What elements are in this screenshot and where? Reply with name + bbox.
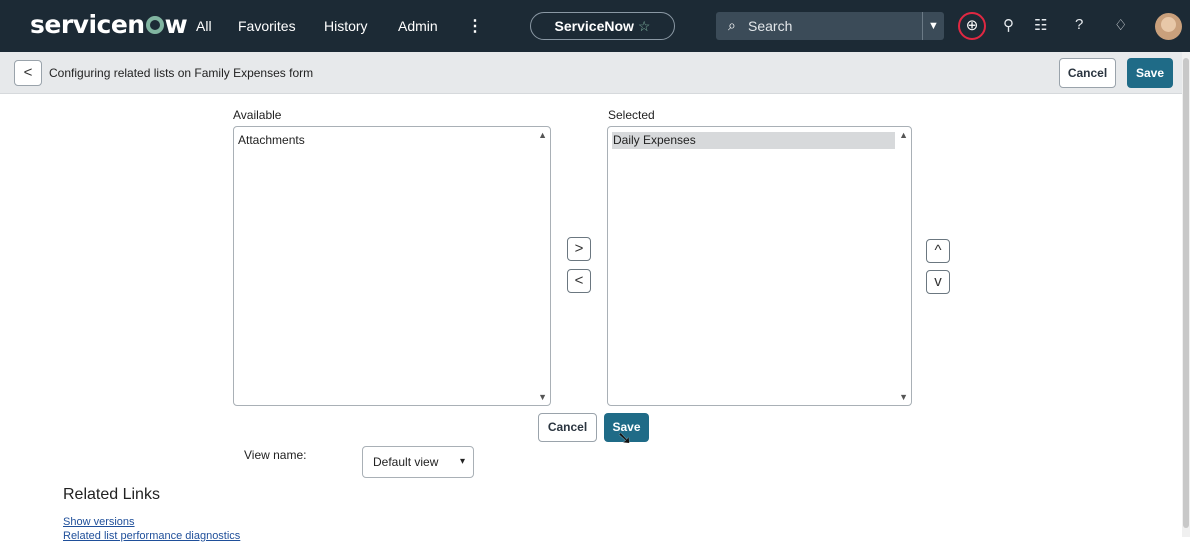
form-header: < Configuring related lists on Family Ex… xyxy=(0,52,1182,94)
app-scope-pill[interactable]: ServiceNow ☆ xyxy=(530,12,675,40)
page-title: Configuring related lists on Family Expe… xyxy=(49,66,314,80)
available-item-attachments[interactable]: Attachments xyxy=(238,133,305,147)
search-icon: ⌕ xyxy=(728,17,736,33)
servicenow-logo[interactable]: servicen w xyxy=(30,10,188,39)
selected-label: Selected xyxy=(608,108,655,122)
view-name-value: Default view xyxy=(373,455,439,469)
related-links-title: Related Links xyxy=(63,486,160,503)
scroll-down-icon[interactable]: ▼ xyxy=(899,392,908,402)
chat-icon[interactable]: ⚲ xyxy=(1003,16,1014,34)
scrollbar-thumb[interactable] xyxy=(1183,58,1189,528)
header-cancel-button[interactable]: Cancel xyxy=(1059,58,1116,88)
available-label: Available xyxy=(233,108,282,122)
nav-admin[interactable]: Admin xyxy=(398,18,438,34)
star-icon[interactable]: ☆ xyxy=(638,18,651,34)
mouse-cursor-icon: ➘ xyxy=(617,428,633,448)
chevron-down-icon: v xyxy=(934,273,942,290)
top-navigation-bar: servicen w All Favorites History Admin ⋮ … xyxy=(0,0,1190,52)
app-scope-label: ServiceNow xyxy=(554,18,634,34)
header-save-button[interactable]: Save xyxy=(1127,58,1173,88)
avatar[interactable] xyxy=(1155,13,1182,40)
add-to-selected-button[interactable]: > xyxy=(567,237,591,261)
selected-item-daily-expenses[interactable]: Daily Expenses xyxy=(612,132,895,149)
available-list[interactable]: Attachments ▲ ▼ xyxy=(233,126,551,406)
chevron-down-icon: ▾ xyxy=(459,456,465,467)
inbox-icon[interactable]: ☷ xyxy=(1034,16,1047,34)
global-search-input[interactable]: ⌕ Search ▼ xyxy=(716,12,944,40)
dropdown-chevron-icon[interactable]: ▼ xyxy=(922,12,944,40)
move-down-button[interactable]: v xyxy=(926,270,950,294)
cancel-button[interactable]: Cancel xyxy=(538,413,597,442)
chevron-right-icon: > xyxy=(574,240,584,257)
chevron-up-icon: ^ xyxy=(934,242,942,259)
selected-list[interactable]: Daily Expenses ▲ ▼ xyxy=(607,126,912,406)
more-menu-icon[interactable]: ⋮ xyxy=(467,16,483,36)
remove-from-selected-button[interactable]: < xyxy=(567,269,591,293)
scroll-up-icon[interactable]: ▲ xyxy=(899,130,908,140)
nav-history[interactable]: History xyxy=(324,18,368,34)
page-scrollbar[interactable] xyxy=(1182,52,1190,537)
scroll-down-icon[interactable]: ▼ xyxy=(538,392,547,402)
back-button[interactable]: < xyxy=(14,60,42,86)
view-name-label: View name: xyxy=(244,448,307,462)
nav-favorites[interactable]: Favorites xyxy=(238,18,296,34)
related-list-diagnostics-link[interactable]: Related list performance diagnostics xyxy=(63,530,240,542)
view-name-select[interactable]: Default view ▾ xyxy=(362,446,474,478)
chevron-left-icon: < xyxy=(574,272,584,289)
globe-icon[interactable]: ⊕ xyxy=(958,12,986,40)
nav-all[interactable]: All xyxy=(196,18,212,34)
show-versions-link[interactable]: Show versions xyxy=(63,516,135,528)
search-placeholder: Search xyxy=(748,18,793,34)
help-icon[interactable]: ? xyxy=(1075,16,1083,33)
scroll-up-icon[interactable]: ▲ xyxy=(538,130,547,140)
bell-icon[interactable]: ♢ xyxy=(1114,16,1127,34)
move-up-button[interactable]: ^ xyxy=(926,239,950,263)
